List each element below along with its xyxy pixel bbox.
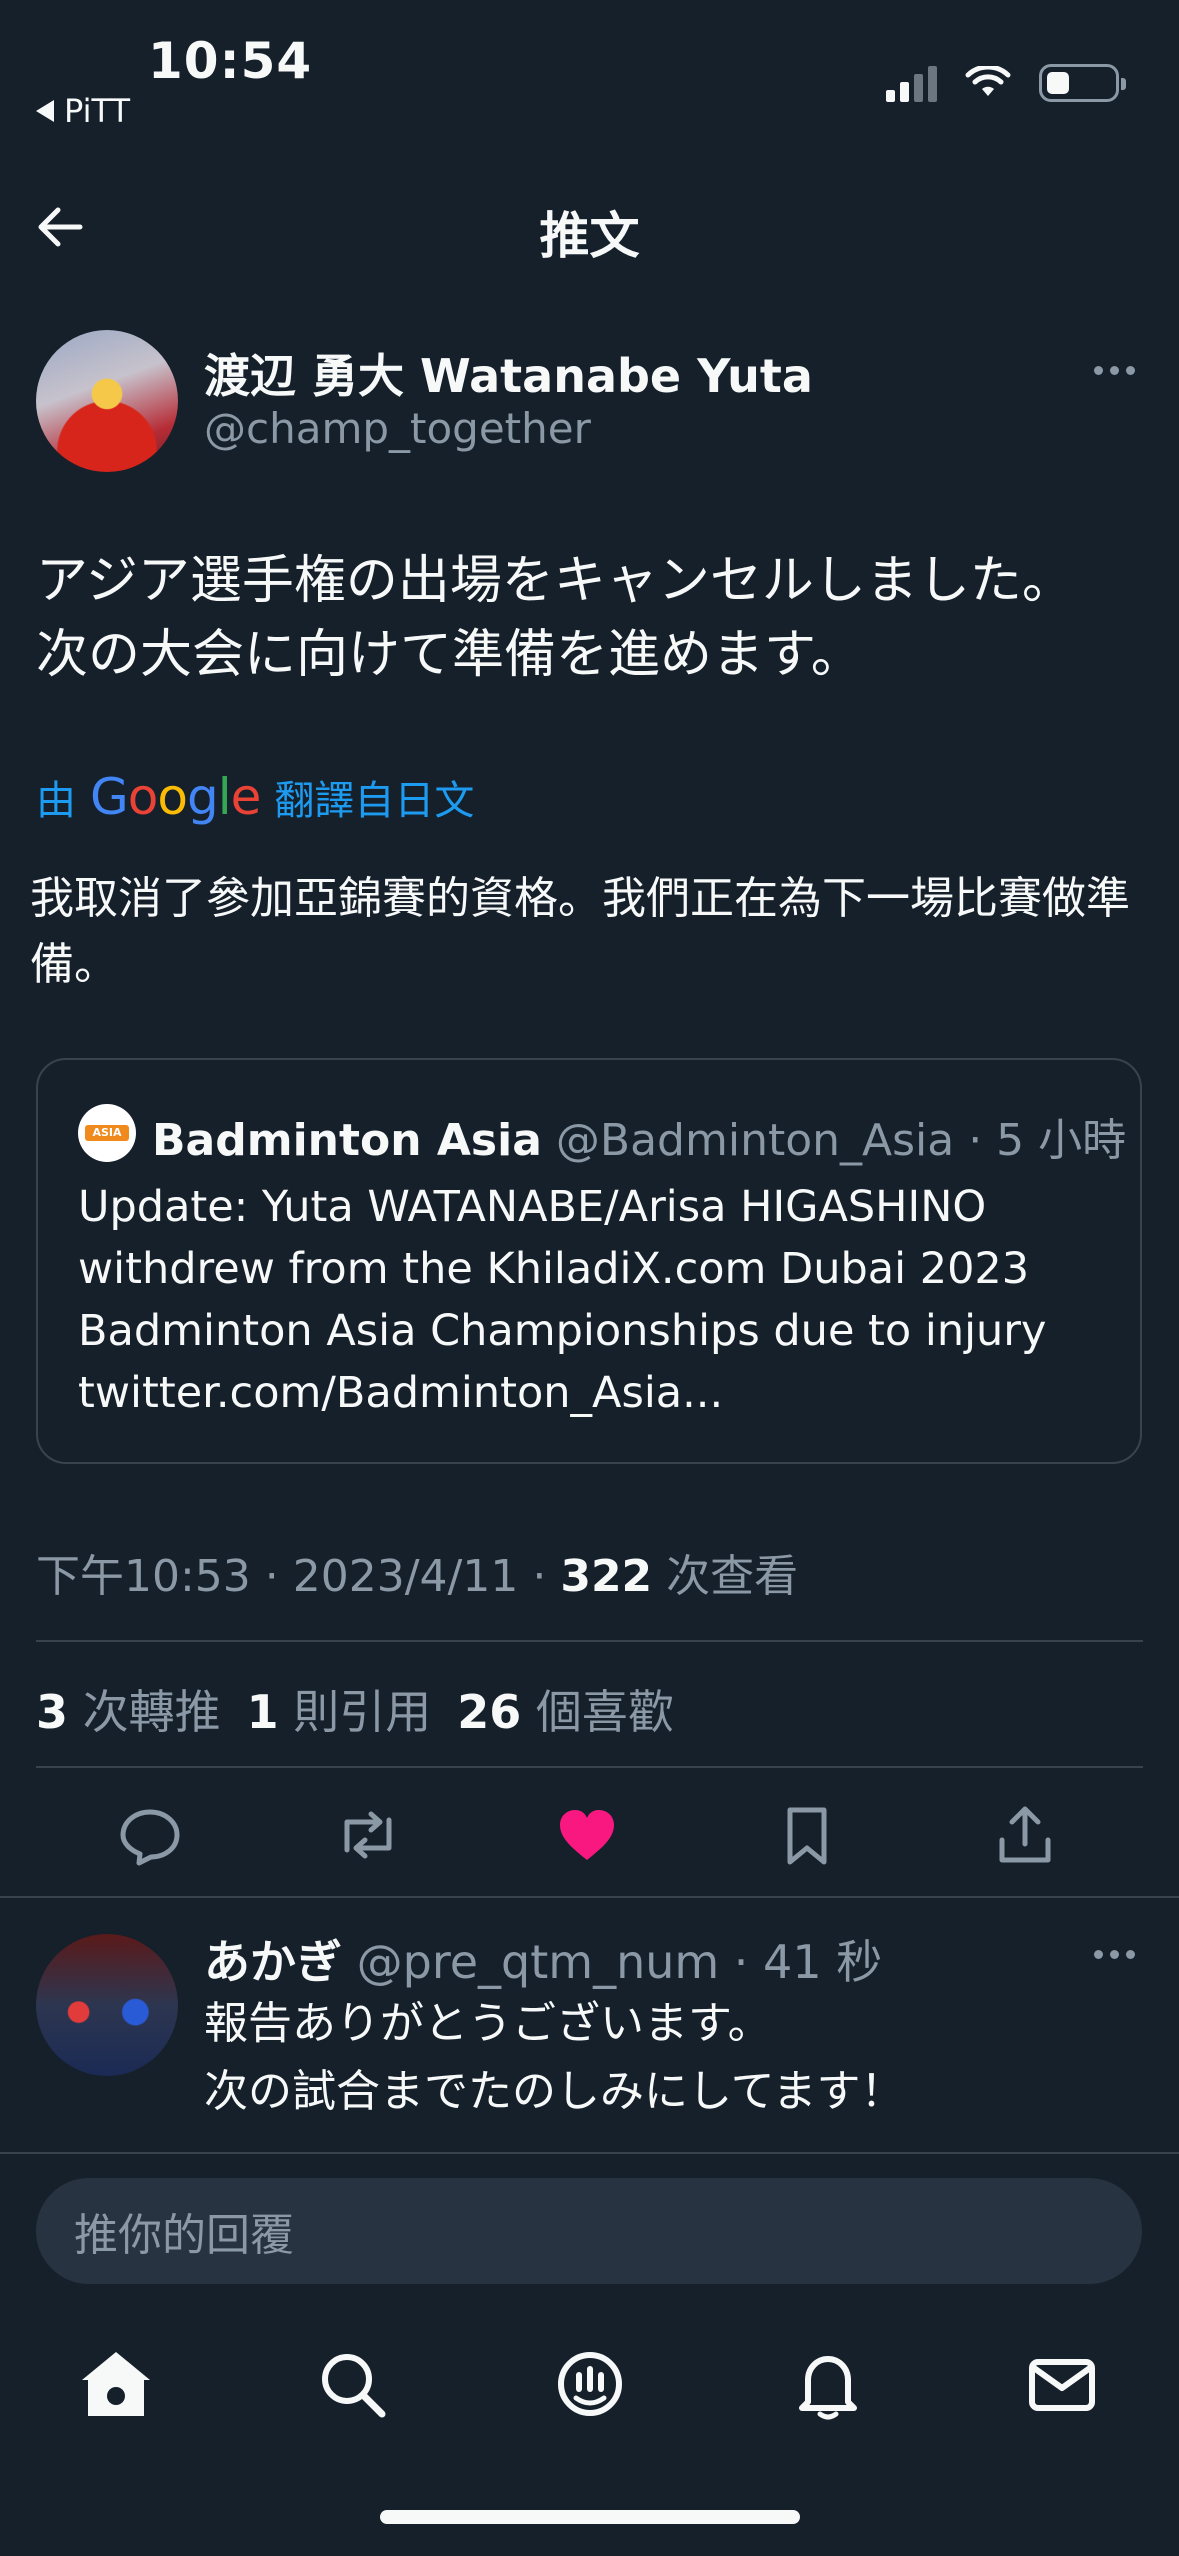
google-logo: Google	[90, 768, 261, 826]
wifi-icon	[965, 66, 1011, 96]
views-label: 次查看	[652, 1551, 799, 1602]
engagement-stats: 3 次轉推 1 則引用 26 個喜歡	[36, 1676, 674, 1742]
author-avatar[interactable]	[36, 330, 178, 472]
back-app-label: PiTT	[64, 92, 131, 130]
reply-icon[interactable]	[115, 1800, 185, 1870]
translation-attribution[interactable]: 由 Google 翻譯自日文	[36, 768, 474, 826]
views-count: 322	[560, 1551, 653, 1602]
page-title: 推文	[539, 207, 640, 265]
quote-author-name: Badminton Asia	[152, 1115, 542, 1166]
author-handle[interactable]: @champ_together	[204, 404, 591, 453]
status-indicators	[886, 64, 1126, 102]
reply-avatar[interactable]	[36, 1934, 178, 2076]
translate-prefix: 由	[36, 778, 76, 824]
action-bar	[0, 1800, 1179, 1870]
cellular-signal-icon	[886, 64, 937, 102]
notifications-icon[interactable]	[788, 2344, 868, 2424]
quote-header: Badminton Asia @Badminton_Asia · 5 小時	[152, 1104, 1126, 1168]
reply-more-options-icon[interactable]	[1094, 1950, 1135, 1959]
reply-author-name[interactable]: あかぎ	[204, 1935, 342, 1989]
more-options-icon[interactable]	[1094, 366, 1135, 375]
reply-composer-input[interactable]: 推你的回覆	[36, 2178, 1142, 2284]
quote-avatar: ASIA	[78, 1104, 136, 1162]
bookmark-icon[interactable]	[772, 1800, 842, 1870]
quoted-tweet[interactable]: ASIA Badminton Asia @Badminton_Asia · 5 …	[36, 1058, 1142, 1464]
translate-suffix: 翻譯自日文	[274, 778, 475, 824]
divider	[36, 1766, 1143, 1768]
author-name[interactable]: 渡辺 勇大 Watanabe Yuta	[204, 340, 813, 406]
divider	[36, 1640, 1143, 1642]
retweet-icon[interactable]	[333, 1800, 403, 1870]
badminton-asia-logo: ASIA	[85, 1125, 129, 1141]
back-triangle-icon	[36, 100, 54, 122]
quotes-stat[interactable]: 1 則引用	[247, 1676, 432, 1742]
share-icon[interactable]	[990, 1800, 1060, 1870]
tweet-detail-screen: 10:54 PiTT 推文 渡辺 勇大 Watanabe Yuta @champ…	[0, 0, 1179, 2556]
reply-meta: @pre_qtm_num · 41 秒	[342, 1935, 883, 1989]
home-indicator[interactable]	[380, 2510, 800, 2524]
tweet-text: アジア選手権の出場をキャンセルしました。 次の大会に向けて準備を進めます。	[36, 551, 1074, 685]
likes-stat[interactable]: 26 個喜歡	[457, 1676, 674, 1742]
translated-text: 我取消了參加亞錦賽的資格。我們正在為下一場比賽做準備。	[30, 873, 1130, 990]
back-to-app-button[interactable]: PiTT	[36, 92, 130, 130]
messages-icon[interactable]	[1022, 2344, 1102, 2424]
battery-icon	[1039, 64, 1126, 102]
reply-header: あかぎ @pre_qtm_num · 41 秒	[204, 1926, 882, 1992]
reply-text: 報告ありがとうございます。 次の試合までたのしみにしてます！	[204, 1998, 905, 2117]
like-icon-filled[interactable]	[552, 1800, 622, 1870]
spaces-icon[interactable]	[550, 2344, 630, 2424]
status-time: 10:54	[148, 32, 313, 90]
tweet-timestamp: 下午10:53 · 2023/4/11 · 322 次查看	[36, 1540, 798, 1604]
home-icon[interactable]	[76, 2344, 156, 2424]
divider	[0, 1896, 1179, 1898]
search-icon[interactable]	[312, 2344, 392, 2424]
quote-meta: @Badminton_Asia · 5 小時	[555, 1115, 1127, 1166]
quote-text: Update: Yuta WATANABE/Arisa HIGASHINO wi…	[78, 1182, 1047, 1418]
composer-placeholder: 推你的回覆	[74, 2210, 294, 2261]
retweets-stat[interactable]: 3 次轉推	[36, 1676, 221, 1742]
timestamp-text: 下午10:53 · 2023/4/11 ·	[36, 1551, 561, 1602]
